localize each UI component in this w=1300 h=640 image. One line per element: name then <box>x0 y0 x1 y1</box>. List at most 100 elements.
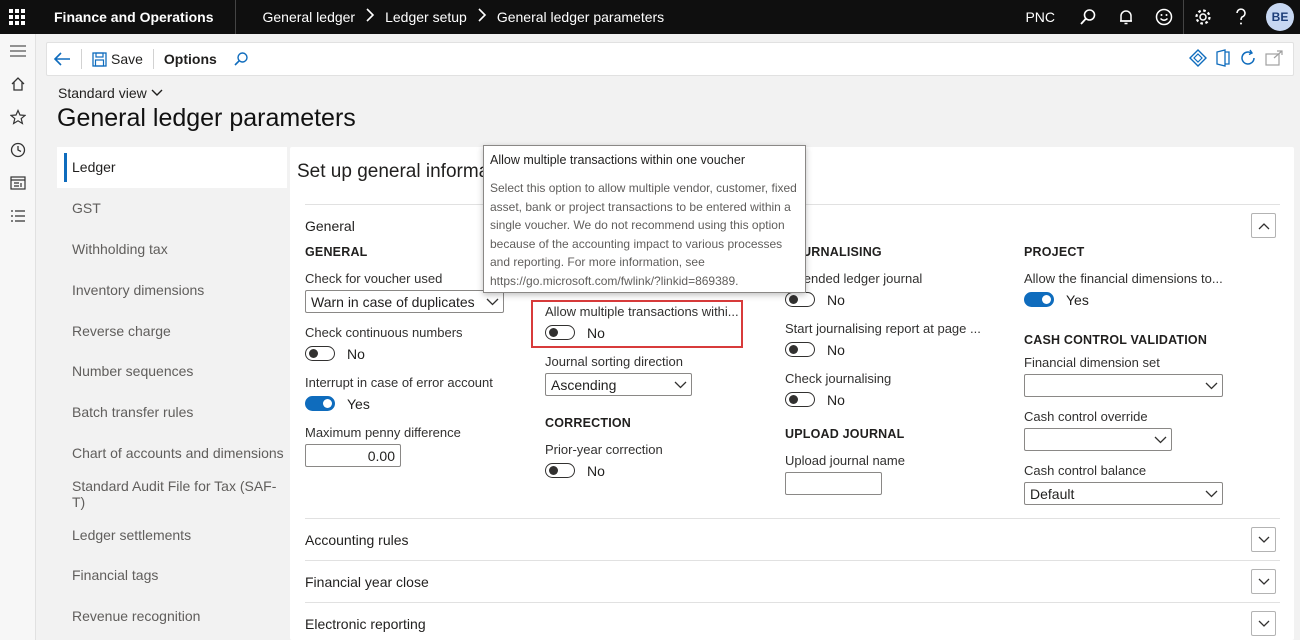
dimension-set-label: Financial dimension set <box>1024 355 1160 370</box>
continuous-numbers-toggle[interactable] <box>305 346 335 361</box>
company-picker[interactable]: PNC <box>1025 9 1055 25</box>
home-icon[interactable] <box>0 67 36 100</box>
fasttab-electronic-reporting-label: Electronic reporting <box>305 615 426 632</box>
search-icon[interactable] <box>1069 0 1107 34</box>
tab-ledger[interactable]: Ledger <box>57 147 287 188</box>
extended-journal-toggle[interactable] <box>785 292 815 307</box>
fin-dimensions-toggle[interactable] <box>1024 292 1054 307</box>
cash-balance-dropdown[interactable]: Default <box>1024 482 1223 505</box>
fasttab-electronic-reporting[interactable]: Electronic reporting <box>305 602 1280 640</box>
fin-dimensions-value: Yes <box>1066 291 1089 308</box>
bell-icon[interactable] <box>1107 0 1145 34</box>
chevron-down-icon <box>1258 536 1269 543</box>
voucher-used-value: Warn in case of duplicates <box>311 293 475 310</box>
tab-gst[interactable]: GST <box>57 188 287 229</box>
check-journalising-value: No <box>827 391 845 408</box>
penny-difference-input[interactable]: 0.00 <box>305 444 401 467</box>
save-button[interactable]: Save <box>86 43 149 75</box>
back-button[interactable] <box>47 43 77 75</box>
refresh-icon[interactable] <box>1239 49 1257 70</box>
left-nav <box>0 34 36 640</box>
modules-list-icon[interactable] <box>0 199 36 232</box>
tab-saf-t[interactable]: Standard Audit File for Tax (SAF-T) <box>57 473 287 514</box>
continuous-numbers-label: Check continuous numbers <box>305 325 463 340</box>
check-journalising-label: Check journalising <box>785 371 892 386</box>
chevron-down-icon <box>151 89 163 96</box>
workspace-icon[interactable] <box>0 166 36 199</box>
help-icon[interactable] <box>1222 0 1260 34</box>
group-title-journalising: JOURNALISING <box>785 245 882 259</box>
prior-year-value: No <box>587 462 605 479</box>
dimension-set-dropdown[interactable] <box>1024 374 1223 397</box>
fasttab-financial-year-close[interactable]: Financial year close <box>305 560 1280 602</box>
group-title-upload-journal: UPLOAD JOURNAL <box>785 427 905 441</box>
upload-journal-name-label: Upload journal name <box>785 453 905 468</box>
view-label: Standard view <box>58 85 147 101</box>
smiley-icon[interactable] <box>1145 0 1183 34</box>
collapse-button[interactable] <box>1251 213 1276 238</box>
chevron-down-icon <box>1258 620 1269 627</box>
star-icon[interactable] <box>0 100 36 133</box>
prior-year-toggle[interactable] <box>545 463 575 478</box>
fasttab-general-label: General <box>305 217 355 234</box>
save-icon <box>92 51 107 67</box>
group-title-cash-control: CASH CONTROL VALIDATION <box>1024 333 1208 347</box>
hamburger-icon[interactable] <box>0 34 36 67</box>
tab-financial-tags[interactable]: Financial tags <box>57 555 287 596</box>
voucher-used-dropdown[interactable]: Warn in case of duplicates <box>305 290 504 313</box>
sorting-direction-dropdown[interactable]: Ascending <box>545 373 692 396</box>
tab-chart-of-accounts[interactable]: Chart of accounts and dimensions <box>57 433 287 474</box>
top-bar: Finance and Operations General ledger Le… <box>0 0 1300 34</box>
prior-year-label: Prior-year correction <box>545 442 663 457</box>
office-icon[interactable] <box>1215 48 1231 70</box>
fasttab-accounting-rules[interactable]: Accounting rules <box>305 518 1280 560</box>
breadcrumb-ledger-setup[interactable]: Ledger setup <box>385 9 467 25</box>
save-label: Save <box>111 51 143 67</box>
expand-button[interactable] <box>1251 611 1276 636</box>
tab-ledger-settlements[interactable]: Ledger settlements <box>57 514 287 555</box>
options-tab[interactable]: Options <box>158 43 227 75</box>
tab-inventory-dimensions[interactable]: Inventory dimensions <box>57 269 287 310</box>
app-launcher-icon[interactable] <box>0 0 34 34</box>
group-title-project: PROJECT <box>1024 245 1085 259</box>
page-title: General ledger parameters <box>57 104 356 132</box>
chevron-down-icon <box>1258 578 1269 585</box>
interrupt-error-toggle[interactable] <box>305 396 335 411</box>
group-journalising: JOURNALISING Extended ledger journal No … <box>785 245 1005 507</box>
extended-journal-label: Extended ledger journal <box>785 271 923 286</box>
breadcrumb-general-ledger[interactable]: General ledger <box>262 9 355 25</box>
fin-dimensions-label: Allow the financial dimensions to... <box>1024 271 1223 286</box>
upload-journal-name-input[interactable] <box>785 472 882 495</box>
expand-button[interactable] <box>1251 569 1276 594</box>
tab-revenue-recognition[interactable]: Revenue recognition <box>57 596 287 637</box>
check-journalising-toggle[interactable] <box>785 392 815 407</box>
fasttab-accounting-rules-label: Accounting rules <box>305 531 409 548</box>
breadcrumb: General ledger Ledger setup General ledg… <box>262 7 664 27</box>
breadcrumb-gl-parameters[interactable]: General ledger parameters <box>497 9 664 25</box>
view-selector[interactable]: Standard view <box>58 85 163 101</box>
chevron-down-icon <box>1205 382 1218 389</box>
power-apps-icon[interactable] <box>1189 48 1207 70</box>
chevron-down-icon <box>1154 436 1167 443</box>
expand-button[interactable] <box>1251 527 1276 552</box>
cash-balance-value: Default <box>1030 485 1075 502</box>
tooltip-title: Allow multiple transactions within one v… <box>490 153 745 167</box>
action-search-icon[interactable] <box>227 43 255 75</box>
tab-reverse-charge[interactable]: Reverse charge <box>57 310 287 351</box>
tab-batch-transfer-rules[interactable]: Batch transfer rules <box>57 392 287 433</box>
avatar[interactable]: BE <box>1266 3 1294 31</box>
vertical-tabs: Ledger GST Withholding tax Inventory dim… <box>57 147 287 640</box>
chevron-down-icon <box>674 381 687 388</box>
sorting-direction-value: Ascending <box>551 376 617 393</box>
gear-icon[interactable] <box>1184 0 1222 34</box>
tab-number-sequences[interactable]: Number sequences <box>57 351 287 392</box>
clock-icon[interactable] <box>0 133 36 166</box>
start-report-toggle[interactable] <box>785 342 815 357</box>
interrupt-error-label: Interrupt in case of error account <box>305 375 493 390</box>
group-title-correction: CORRECTION <box>545 416 632 430</box>
open-new-window-icon[interactable] <box>1265 49 1283 69</box>
action-pane: Save Options <box>46 42 1294 76</box>
tab-withholding-tax[interactable]: Withholding tax <box>57 229 287 270</box>
cash-override-dropdown[interactable] <box>1024 428 1172 451</box>
app-title[interactable]: Finance and Operations <box>34 0 237 34</box>
